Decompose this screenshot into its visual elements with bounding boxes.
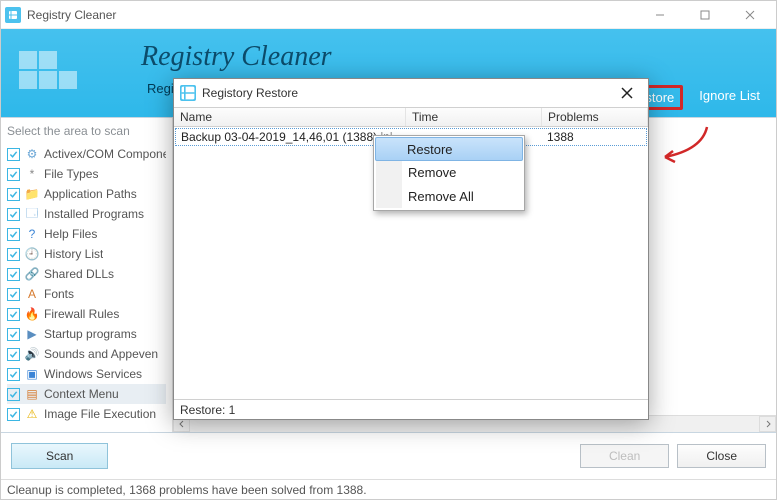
annotation-arrow-icon [655, 123, 715, 169]
sidebar-item-service[interactable]: ▣ Windows Services [7, 364, 166, 384]
app-heading: Registry Cleaner [141, 41, 332, 73]
sidebar-item-history[interactable]: 🕘 History List [7, 244, 166, 264]
startup-icon: ▶ [24, 326, 40, 342]
dialog-close-button[interactable] [612, 79, 642, 107]
checkbox-icon[interactable] [7, 368, 20, 381]
checkbox-icon[interactable] [7, 328, 20, 341]
ignore-list-button[interactable]: Ignore List [693, 85, 766, 110]
sidebar: Select the area to scan ⚙ Activex/COM Com… [1, 118, 173, 432]
checkbox-icon[interactable] [7, 188, 20, 201]
checkbox-icon[interactable] [7, 408, 20, 421]
row-name: Backup 03-04-2019_14,46,01 (1388).ini [176, 129, 406, 145]
sidebar-item-label: Help Files [44, 227, 97, 241]
sidebar-item-dll[interactable]: 🔗 Shared DLLs [7, 264, 166, 284]
window-controls [637, 1, 772, 29]
checkbox-icon[interactable] [7, 268, 20, 281]
service-icon: ▣ [24, 366, 40, 382]
checkbox-icon[interactable] [7, 388, 20, 401]
main-titlebar: Registry Cleaner [1, 1, 776, 29]
sidebar-item-label: Startup programs [44, 327, 137, 341]
sidebar-item-label: History List [44, 247, 103, 261]
checkbox-icon[interactable] [7, 148, 20, 161]
sidebar-item-label: Fonts [44, 287, 74, 301]
checkbox-icon[interactable] [7, 208, 20, 221]
checkbox-icon[interactable] [7, 248, 20, 261]
sidebar-item-label: Shared DLLs [44, 267, 114, 281]
sidebar-item-help[interactable]: ? Help Files [7, 224, 166, 244]
sidebar-item-label: Application Paths [44, 187, 137, 201]
sidebar-item-programs[interactable]: 🗔 Installed Programs [7, 204, 166, 224]
sidebar-item-sound[interactable]: 🔊 Sounds and Appeven [7, 344, 166, 364]
col-problems-header[interactable]: Problems [542, 108, 648, 126]
scan-button[interactable]: Scan [11, 443, 108, 469]
context-icon: ▤ [24, 386, 40, 402]
maximize-button[interactable] [682, 1, 727, 29]
dialog-titlebar: Registory Restore [174, 79, 648, 107]
sidebar-item-firewall[interactable]: 🔥 Firewall Rules [7, 304, 166, 324]
dll-icon: 🔗 [24, 266, 40, 282]
window: Registry Cleaner Registry Cleaner Regist… [0, 0, 777, 500]
programs-icon: 🗔 [24, 206, 40, 222]
status-bar: Cleanup is completed, 1368 problems have… [1, 479, 776, 499]
dialog-status: Restore: 1 [174, 399, 648, 419]
menu-item-restore[interactable]: Restore [375, 137, 523, 161]
window-title: Registry Cleaner [27, 8, 116, 22]
sidebar-item-label: Firewall Rules [44, 307, 119, 321]
status-text: Cleanup is completed, 1368 problems have… [7, 483, 367, 497]
sidebar-item-context[interactable]: ▤ Context Menu [7, 384, 166, 404]
dialog-column-headers: Name Time Problems [174, 107, 648, 127]
sound-icon: 🔊 [24, 346, 40, 362]
folder-icon: 📁 [24, 186, 40, 202]
checkbox-icon[interactable] [7, 308, 20, 321]
sidebar-item-label: Activex/COM Compone [44, 147, 166, 161]
menu-item-remove[interactable]: Remove [376, 160, 522, 184]
footer: Scan Clean Close [1, 433, 776, 479]
checkbox-icon[interactable] [7, 288, 20, 301]
sidebar-item-label: Installed Programs [44, 207, 144, 221]
sidebar-item-filetype[interactable]: * File Types [7, 164, 166, 184]
checkbox-icon[interactable] [7, 228, 20, 241]
sidebar-item-warning[interactable]: ⚠ Image File Execution [7, 404, 166, 424]
sidebar-item-label: Context Menu [44, 387, 119, 401]
dialog-app-icon [180, 85, 196, 101]
restore-dialog: Registory Restore Name Time Problems Bac… [173, 78, 649, 420]
scroll-right-icon[interactable] [759, 416, 776, 432]
close-app-button[interactable]: Close [677, 444, 766, 468]
checkbox-icon[interactable] [7, 348, 20, 361]
firewall-icon: 🔥 [24, 306, 40, 322]
font-icon: A [24, 286, 40, 302]
app-icon [5, 7, 21, 23]
filetype-icon: * [24, 166, 40, 182]
sidebar-item-startup[interactable]: ▶ Startup programs [7, 324, 166, 344]
dialog-title: Registory Restore [202, 86, 298, 100]
sidebar-item-label: File Types [44, 167, 98, 181]
minimize-button[interactable] [637, 1, 682, 29]
sidebar-item-folder[interactable]: 📁 Application Paths [7, 184, 166, 204]
history-icon: 🕘 [24, 246, 40, 262]
col-time-header[interactable]: Time [406, 108, 542, 126]
sidebar-title: Select the area to scan [7, 124, 166, 138]
sidebar-item-font[interactable]: A Fonts [7, 284, 166, 304]
sidebar-item-label: Image File Execution [44, 407, 156, 421]
clean-button[interactable]: Clean [580, 444, 669, 468]
help-icon: ? [24, 226, 40, 242]
row-problems: 1388 [542, 129, 646, 145]
sidebar-item-label: Windows Services [44, 367, 142, 381]
sidebar-item-label: Sounds and Appeven [44, 347, 158, 361]
col-name-header[interactable]: Name [174, 108, 406, 126]
menu-item-remove-all[interactable]: Remove All [376, 184, 522, 208]
warning-icon: ⚠ [24, 406, 40, 422]
components-icon: ⚙ [24, 146, 40, 162]
context-menu: RestoreRemoveRemove All [373, 135, 525, 211]
sidebar-item-components[interactable]: ⚙ Activex/COM Compone [7, 144, 166, 164]
checkbox-icon[interactable] [7, 168, 20, 181]
close-button[interactable] [727, 1, 772, 29]
